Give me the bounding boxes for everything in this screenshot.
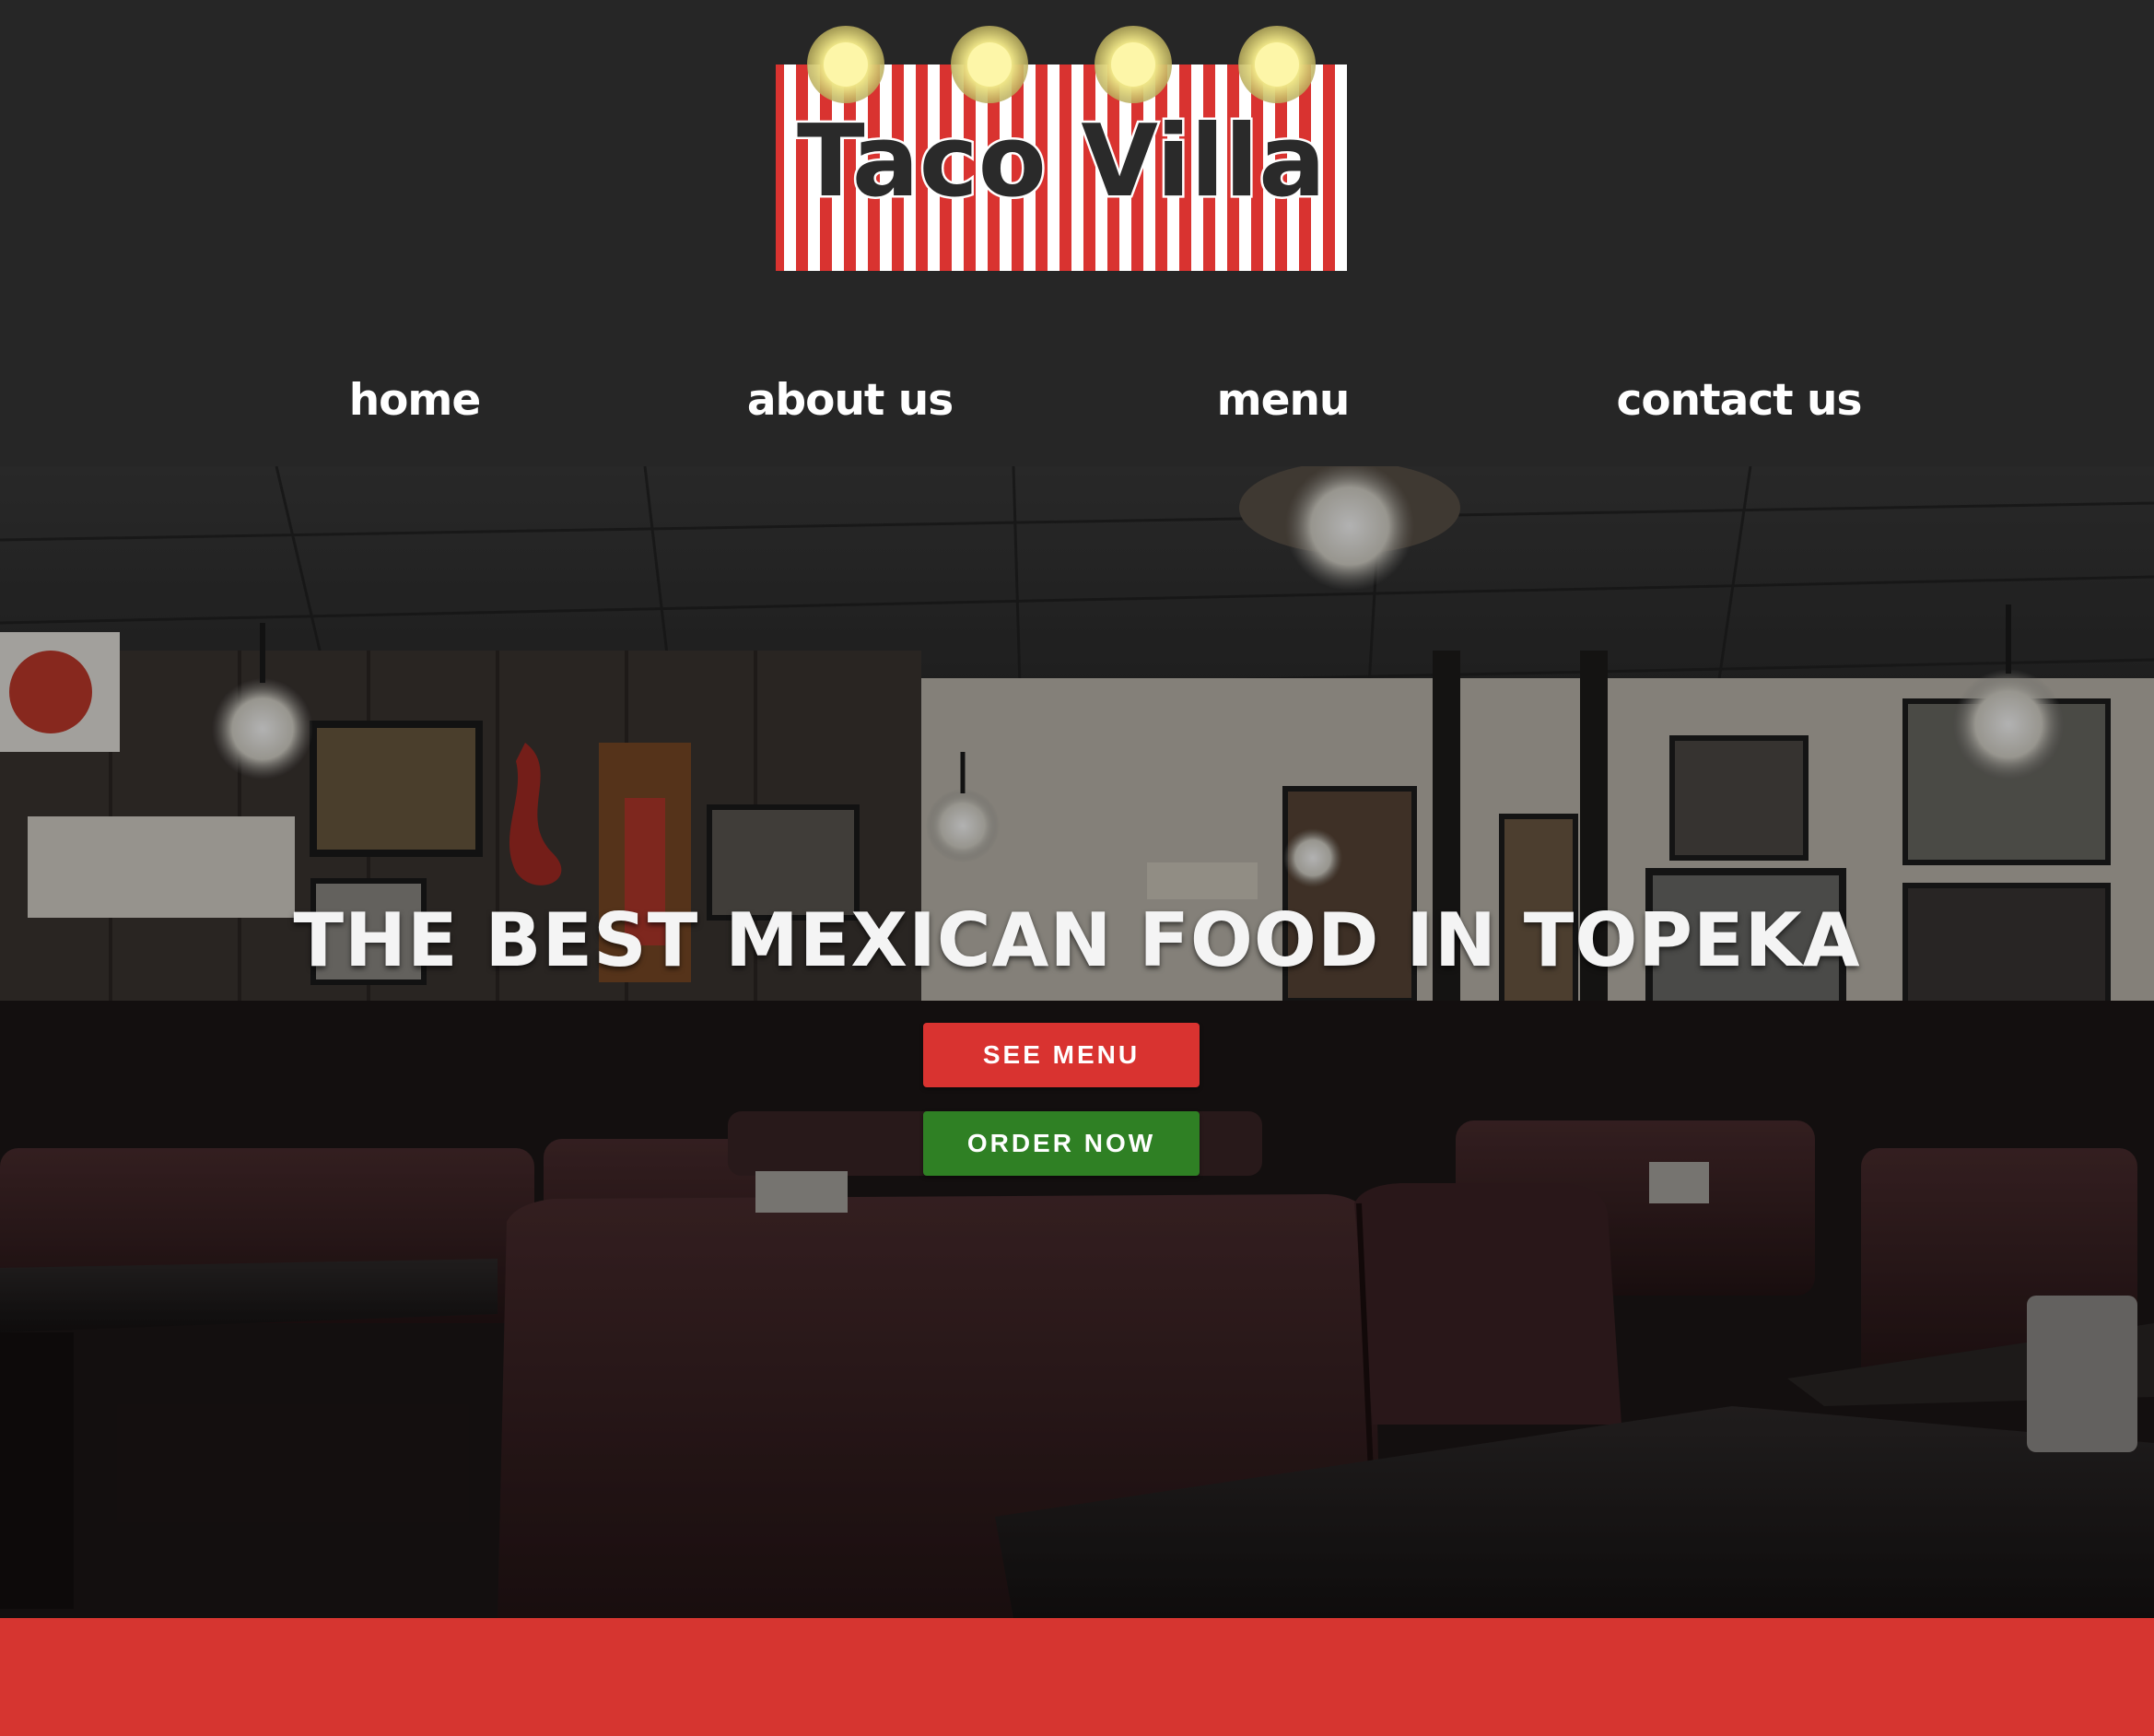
page: Taco Villa home about us menu contact us	[0, 0, 2154, 1736]
nav-menu[interactable]: menu	[1198, 369, 1368, 433]
hero-headline: THE BEST MEXICAN FOOD IN TOPEKA	[293, 897, 1861, 983]
main-nav: home about us menu contact us	[0, 369, 2154, 433]
taco-villa-logo[interactable]: Taco Villa	[772, 20, 1351, 275]
footer-red-band	[0, 1618, 2154, 1736]
see-menu-button[interactable]: SEE MENU	[923, 1023, 1200, 1087]
site-header: Taco Villa home about us menu contact us	[0, 0, 2154, 466]
nav-contact-us[interactable]: contact us	[1608, 369, 1870, 433]
order-now-button[interactable]: ORDER NOW	[923, 1111, 1200, 1176]
logo-wordmark: Taco Villa	[797, 104, 1326, 219]
nav-home[interactable]: home	[332, 369, 498, 433]
nav-about-us[interactable]: about us	[737, 369, 963, 433]
hero-section: THE BEST MEXICAN FOOD IN TOPEKA SEE MENU…	[0, 466, 2154, 1618]
logo-graphic: Taco Villa	[776, 26, 1347, 271]
